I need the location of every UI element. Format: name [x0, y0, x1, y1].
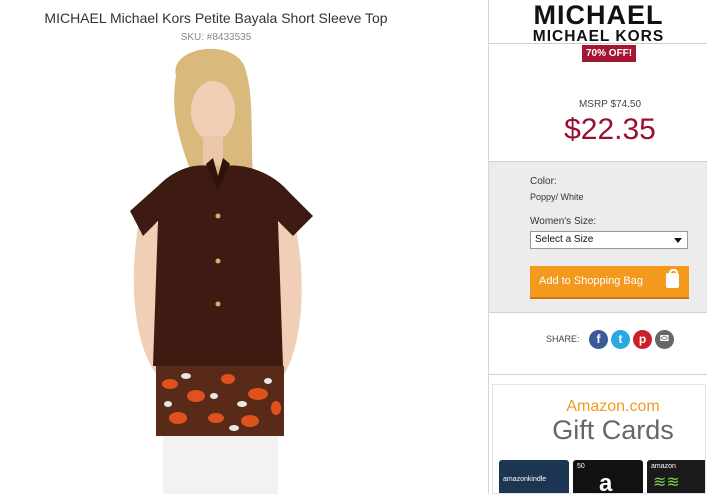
gift-card-heading: Gift Cards [552, 415, 674, 445]
amazon-a-logo: a [599, 470, 613, 494]
twitter-icon[interactable]: t [611, 330, 630, 349]
gift-card-kindle: amazonkindle [499, 460, 569, 493]
chevron-down-icon [674, 238, 682, 243]
gift-card-design-label: amazon [651, 463, 676, 470]
purchase-sidebar: MICHAEL MICHAEL KORS 70% OFF! MSRP $74.5… [488, 0, 707, 494]
add-to-bag-button[interactable]: Add to Shopping Bag [530, 266, 689, 299]
product-options-panel: Color: Poppy/ White Women's Size: Select… [489, 161, 707, 313]
facebook-icon[interactable]: f [589, 330, 608, 349]
brand-logo-line2: MICHAEL KORS [532, 28, 665, 45]
size-label: Women's Size: [530, 216, 597, 227]
gift-card-art: ≋≋ [653, 474, 680, 491]
size-select[interactable]: Select a Size [530, 231, 688, 249]
shopping-bag-icon [666, 269, 679, 288]
product-title: MICHAEL Michael Kors Petite Bayala Short… [44, 10, 388, 26]
divider [489, 43, 707, 44]
add-to-bag-label: Add to Shopping Bag [539, 275, 643, 287]
brand-logo[interactable]: MICHAEL MICHAEL KORS [489, 0, 707, 45]
product-sku: SKU: #8433535 [180, 32, 252, 43]
divider [489, 374, 707, 375]
share-label: SHARE: [546, 334, 580, 344]
gift-card-ad[interactable]: Amazon.com Gift Cards amazonkindle 50 a … [492, 384, 706, 494]
size-select-value: Select a Size [535, 234, 594, 245]
msrp-price: MSRP $74.50 [578, 99, 642, 110]
pinterest-icon[interactable]: p [633, 330, 652, 349]
gift-card-50: 50 a [573, 460, 643, 494]
gift-card-amount: 50 [577, 463, 585, 470]
discount-badge: 70% OFF! [582, 45, 637, 62]
email-icon[interactable]: ✉ [655, 330, 674, 349]
brand-logo-line1: MICHAEL [533, 0, 664, 30]
sale-price: $22.35 [564, 113, 656, 146]
product-image[interactable] [118, 46, 318, 494]
color-label: Color: [530, 176, 557, 187]
gift-card-kindle-label: amazonkindle [503, 476, 547, 483]
color-value: Poppy/ White [530, 192, 584, 202]
gift-card-design: amazon ≋≋ [647, 460, 705, 493]
gift-card-brand: Amazon.com [566, 398, 660, 415]
